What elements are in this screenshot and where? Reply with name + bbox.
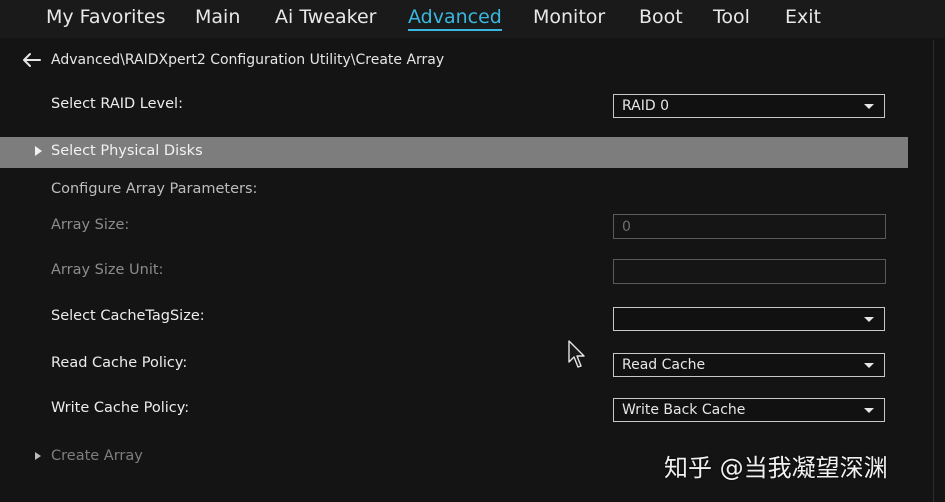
read-cache-policy-dropdown[interactable]: Read Cache xyxy=(613,353,885,377)
breadcrumb: Advanced\RAIDXpert2 Configuration Utilit… xyxy=(22,50,444,70)
array-size-value: 0 xyxy=(622,219,631,235)
nav-tab-ai-tweaker[interactable]: Ai Tweaker xyxy=(275,6,376,28)
watermark-text: 知乎 @当我凝望深渊 xyxy=(664,454,888,482)
chevron-down-icon xyxy=(864,408,874,413)
raid-level-dropdown[interactable]: RAID 0 xyxy=(613,94,885,118)
array-size-label: Array Size: xyxy=(51,217,130,233)
configure-array-parameters-heading: Configure Array Parameters: xyxy=(51,181,258,197)
mouse-pointer-icon xyxy=(568,340,585,368)
write-cache-policy-label: Write Cache Policy: xyxy=(51,400,190,416)
chevron-down-icon xyxy=(864,317,874,322)
select-physical-disks-item[interactable]: Select Physical Disks xyxy=(0,137,908,168)
read-cache-policy-value: Read Cache xyxy=(622,357,706,373)
array-size-unit-label: Array Size Unit: xyxy=(51,262,164,278)
raid-level-label: Select RAID Level: xyxy=(51,96,183,112)
read-cache-policy-label: Read Cache Policy: xyxy=(51,355,188,371)
nav-tab-main[interactable]: Main xyxy=(195,6,240,28)
submenu-arrow-icon xyxy=(35,146,42,156)
nav-tab-boot[interactable]: Boot xyxy=(639,6,683,28)
nav-tab-advanced[interactable]: Advanced xyxy=(408,6,502,31)
nav-tab-tool[interactable]: Tool xyxy=(713,6,750,28)
write-cache-policy-dropdown[interactable]: Write Back Cache xyxy=(613,398,885,422)
nav-tab-exit[interactable]: Exit xyxy=(785,6,821,28)
panel-divider xyxy=(933,40,934,502)
cache-tag-size-dropdown[interactable] xyxy=(613,307,885,331)
nav-tab-my-favorites[interactable]: My Favorites xyxy=(46,6,166,28)
submenu-arrow-icon xyxy=(35,452,41,460)
create-array-item[interactable]: Create Array xyxy=(0,446,300,468)
cache-tag-size-label: Select CacheTagSize: xyxy=(51,308,205,324)
chevron-down-icon xyxy=(864,104,874,109)
select-physical-disks-label: Select Physical Disks xyxy=(51,143,203,159)
array-size-input[interactable]: 0 xyxy=(613,214,886,239)
chevron-down-icon xyxy=(864,363,874,368)
raid-level-value: RAID 0 xyxy=(622,98,670,114)
top-navigation: My Favorites Main Ai Tweaker Advanced Mo… xyxy=(0,0,945,38)
array-size-unit-input[interactable] xyxy=(613,259,886,284)
nav-tab-monitor[interactable]: Monitor xyxy=(533,6,605,28)
back-arrow-icon[interactable] xyxy=(22,52,42,68)
breadcrumb-path: Advanced\RAIDXpert2 Configuration Utilit… xyxy=(51,52,445,68)
create-array-label: Create Array xyxy=(51,448,143,464)
write-cache-policy-value: Write Back Cache xyxy=(622,402,746,418)
